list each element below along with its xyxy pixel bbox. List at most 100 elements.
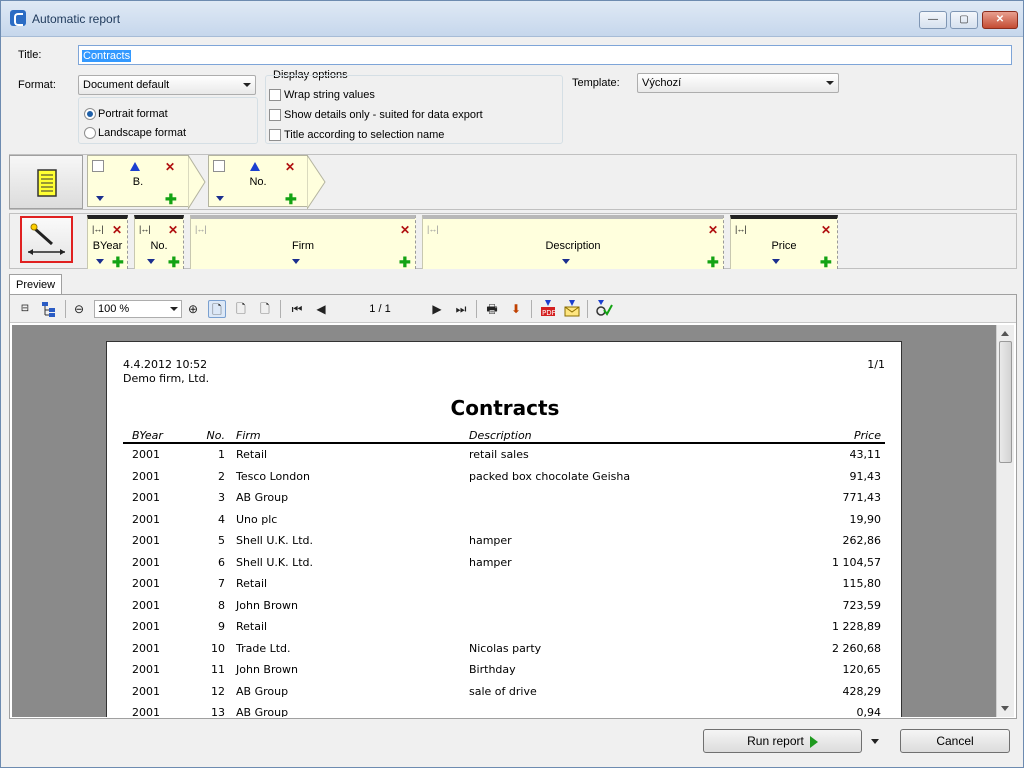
details-only-label[interactable]: Show details only - suited for data expo…	[284, 109, 483, 121]
zoom-out-icon[interactable]: ⊖	[70, 300, 88, 318]
cell-byear: 2001	[132, 469, 160, 483]
column-width-icon[interactable]: |↔|	[735, 224, 747, 234]
whole-page-icon[interactable]: 🗋	[256, 300, 274, 318]
column-width-icon[interactable]: |↔|	[427, 224, 439, 234]
column-chip-price[interactable]: |↔| ✕ Price ✚	[730, 215, 838, 269]
column-width-tool-button[interactable]	[20, 216, 73, 263]
zoom-in-icon[interactable]: ⊕	[184, 300, 202, 318]
format-select[interactable]: Document default	[78, 75, 256, 95]
remove-icon[interactable]: ✕	[821, 224, 831, 236]
group-checkbox[interactable]	[92, 160, 104, 172]
cell-firm: John Brown	[236, 663, 298, 676]
run-report-button[interactable]: Run report	[703, 729, 862, 753]
column-width-icon[interactable]: |↔|	[195, 224, 207, 234]
first-page-icon[interactable]: ⏮	[288, 300, 306, 318]
landscape-radio[interactable]	[84, 127, 96, 139]
tree-view-icon[interactable]	[40, 300, 58, 318]
chevron-down-icon[interactable]	[216, 196, 224, 201]
group-checkbox[interactable]	[213, 160, 225, 172]
preview-canvas[interactable]: 4.4.2012 10:52 Demo firm, Ltd. 1/1 Contr…	[12, 325, 996, 717]
table-row: 2001 9 Retail 1 228,89	[123, 620, 885, 638]
wrap-checkbox[interactable]	[269, 89, 281, 101]
pdf-export-icon[interactable]: PDF	[539, 300, 557, 318]
table-row: 2001 4 Uno plc 19,90	[123, 513, 885, 531]
header-price: Price	[853, 429, 881, 442]
scroll-thumb[interactable]	[999, 341, 1012, 463]
chevron-down-icon[interactable]	[96, 259, 104, 264]
minimize-button[interactable]: —	[919, 11, 947, 29]
remove-icon[interactable]: ✕	[168, 224, 178, 236]
settings-check-icon[interactable]	[595, 300, 613, 318]
scroll-down-icon[interactable]	[1001, 706, 1009, 711]
column-width-icon[interactable]: |↔|	[139, 224, 151, 234]
title-label: Title:	[18, 49, 42, 61]
chevron-down-icon[interactable]	[562, 259, 570, 264]
title-input-value: Contracts	[82, 50, 132, 62]
zoom-select[interactable]: 100 %	[94, 300, 182, 318]
sort-ascending-icon[interactable]	[250, 162, 260, 171]
chevron-down-icon[interactable]	[96, 196, 104, 201]
close-button[interactable]: ✕	[982, 11, 1018, 29]
group-chip-b[interactable]: ✕ B. ✚	[87, 155, 189, 207]
run-options-chevron-icon[interactable]	[871, 739, 879, 744]
cell-no: 8	[218, 598, 225, 612]
title-selection-checkbox[interactable]	[269, 129, 281, 141]
column-chip-firm[interactable]: |↔| ✕ Firm ✚	[190, 215, 416, 269]
portrait-label[interactable]: Portrait format	[98, 108, 168, 120]
remove-icon[interactable]: ✕	[165, 161, 175, 173]
cancel-button[interactable]: Cancel	[900, 729, 1010, 753]
cell-price: 19,90	[849, 512, 882, 526]
chevron-down-icon[interactable]	[292, 259, 300, 264]
add-icon[interactable]: ✚	[168, 255, 180, 269]
sort-ascending-icon[interactable]	[130, 162, 140, 171]
column-chip-description[interactable]: |↔| ✕ Description ✚	[422, 215, 724, 269]
remove-icon[interactable]: ✕	[400, 224, 410, 236]
landscape-label[interactable]: Landscape format	[98, 127, 186, 139]
cell-firm: Retail	[236, 620, 268, 633]
tab-preview[interactable]: Preview	[9, 274, 62, 295]
cell-price: 428,29	[842, 684, 882, 698]
collapse-icon[interactable]: ⊟	[16, 300, 34, 318]
chevron-down-icon[interactable]	[772, 259, 780, 264]
cell-description: retail sales	[469, 448, 529, 461]
single-page-icon[interactable]: 🗋	[208, 300, 226, 318]
add-icon[interactable]: ✚	[285, 192, 297, 206]
export-icon[interactable]: ⬇	[507, 300, 525, 318]
add-icon[interactable]: ✚	[820, 255, 832, 269]
report-company: Demo firm, Ltd.	[123, 372, 210, 385]
add-icon[interactable]: ✚	[112, 255, 124, 269]
group-chip-no[interactable]: ✕ No. ✚	[208, 155, 308, 207]
column-chip-byear[interactable]: |↔| ✕ BYear ✚	[87, 215, 128, 269]
table-row: 2001 13 AB Group 0,94	[123, 706, 885, 717]
add-icon[interactable]: ✚	[399, 255, 411, 269]
template-select[interactable]: Výchozí	[637, 73, 839, 93]
grouping-toggle-button[interactable]	[9, 155, 83, 209]
remove-icon[interactable]: ✕	[112, 224, 122, 236]
maximize-button[interactable]: ▢	[950, 11, 978, 29]
wrap-label[interactable]: Wrap string values	[284, 89, 375, 101]
chevron-down-icon[interactable]	[147, 259, 155, 264]
details-only-checkbox[interactable]	[269, 109, 281, 121]
cell-price: 43,11	[849, 448, 882, 461]
last-page-icon[interactable]: ⏭	[452, 300, 470, 318]
scroll-up-icon[interactable]	[1001, 331, 1009, 336]
title-input[interactable]: Contracts	[78, 45, 1012, 65]
cell-firm: AB Group	[236, 684, 289, 698]
title-selection-label[interactable]: Title according to selection name	[284, 129, 444, 141]
page-width-icon[interactable]: 🗋	[232, 300, 250, 318]
column-chip-no[interactable]: |↔| ✕ No. ✚	[134, 215, 184, 269]
report-icon	[37, 169, 57, 197]
email-icon[interactable]	[563, 300, 581, 318]
add-icon[interactable]: ✚	[707, 255, 719, 269]
remove-icon[interactable]: ✕	[285, 161, 295, 173]
portrait-radio[interactable]	[84, 108, 96, 120]
add-icon[interactable]: ✚	[165, 192, 177, 206]
previous-page-icon[interactable]: ◀	[312, 300, 330, 318]
next-page-icon[interactable]: ▶	[428, 300, 446, 318]
column-width-icon[interactable]: |↔|	[92, 224, 104, 234]
remove-icon[interactable]: ✕	[708, 224, 718, 236]
print-icon[interactable]: 🖶	[483, 300, 501, 318]
vertical-scrollbar[interactable]	[996, 325, 1014, 717]
cell-description: Birthday	[469, 663, 516, 676]
table-row: 2001 11 John Brown Birthday 120,65	[123, 663, 885, 681]
